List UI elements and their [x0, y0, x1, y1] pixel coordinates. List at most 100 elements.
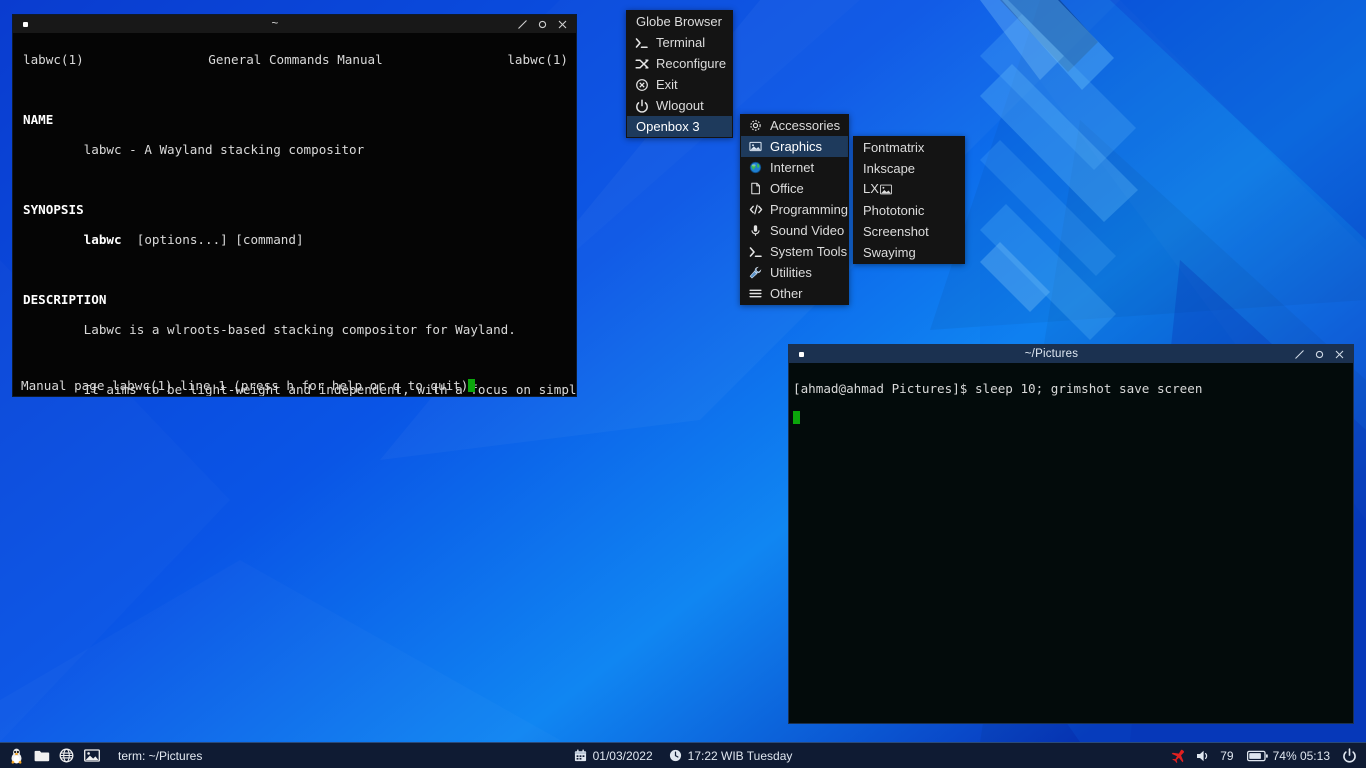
shuffle-icon — [634, 56, 649, 71]
speaker-icon[interactable] — [1196, 749, 1211, 763]
taskbar-time: 17:22 WIB Tuesday — [687, 748, 793, 763]
desktop: ~ labwc(1) General Commands Manual labwc(1… — [0, 0, 1366, 768]
tux-icon[interactable] — [8, 747, 25, 764]
window-menu-dot-icon[interactable] — [793, 351, 809, 357]
gear-icon — [748, 118, 763, 133]
globe-icon[interactable] — [58, 747, 75, 764]
menu-item-label: Exit — [656, 77, 678, 92]
close-icon[interactable] — [557, 19, 568, 30]
menu-item-system-tools[interactable]: System Tools — [741, 241, 848, 262]
task-button-terminal[interactable]: term: ~/Pictures — [118, 749, 202, 763]
microphone-icon — [748, 223, 763, 238]
man-page-window[interactable]: ~ labwc(1) General Commands Manual labwc(1… — [12, 14, 577, 397]
man-status-line: Manual page labwc(1) line 1 (press h for… — [21, 378, 476, 393]
menu-item-label: Other — [770, 286, 803, 301]
terminal-icon — [748, 244, 763, 259]
clock-widget[interactable]: 17:22 WIB Tuesday — [669, 748, 793, 763]
man-section-line: Labwc is a wlroots-based stacking compos… — [23, 322, 516, 337]
applications-menu[interactable]: Accessories Graphics Internet Office Pro… — [740, 114, 849, 305]
menu-item-label: Internet — [770, 160, 815, 175]
menu-item-terminal[interactable]: Terminal — [627, 32, 732, 53]
man-section-line: labwc - A Wayland stacking compositor — [23, 142, 365, 157]
menu-item-label: Wlogout — [656, 98, 704, 113]
image-icon — [748, 139, 763, 154]
menu-item-label: Reconfigure — [656, 56, 727, 71]
menu-item-utilities[interactable]: Utilities — [741, 262, 848, 283]
man-window-titlebar[interactable]: ~ — [13, 15, 576, 33]
man-header-right: labwc(1) — [507, 52, 568, 67]
date-widget[interactable]: 01/03/2022 — [574, 749, 653, 763]
image-viewer-icon[interactable] — [83, 747, 100, 764]
airplane-mode-icon[interactable] — [1171, 748, 1187, 764]
menu-item-graphics[interactable]: Graphics — [741, 136, 848, 157]
menu-item-swayimg[interactable]: Swayimg — [854, 242, 964, 263]
man-section-heading: SYNOPSIS — [23, 202, 84, 217]
menu-item-sound-video[interactable]: Sound Video — [741, 220, 848, 241]
man-section-heading: DESCRIPTION — [23, 292, 107, 307]
menu-item-accessories[interactable]: Accessories — [741, 115, 848, 136]
volume-value: 79 — [1220, 748, 1234, 763]
globe-icon — [748, 160, 763, 175]
hamburger-icon — [748, 286, 763, 301]
minimize-icon[interactable] — [1294, 349, 1305, 360]
menu-item-reconfigure[interactable]: Reconfigure — [627, 53, 732, 74]
maximize-icon[interactable] — [537, 19, 548, 30]
graphics-menu[interactable]: Fontmatrix Inkscape LX Phototonic Screen… — [853, 136, 965, 264]
menu-item-label: Graphics — [770, 139, 823, 154]
menu-item-label: Terminal — [656, 35, 706, 50]
taskbar[interactable]: term: ~/Pictures 01/03/2022 17:22 WIB Tu… — [0, 742, 1366, 768]
menu-item-label: Accessories — [770, 118, 841, 133]
menu-item-label: Swayimg — [863, 245, 916, 260]
terminal-icon — [634, 35, 649, 50]
window-menu-dot-icon[interactable] — [17, 21, 33, 27]
man-header-row: labwc(1) General Commands Manual labwc(1) — [23, 52, 568, 67]
menu-item-globe-browser[interactable]: Globe Browser — [627, 11, 732, 32]
menu-item-office[interactable]: Office — [741, 178, 848, 199]
menu-item-exit[interactable]: Exit — [627, 74, 732, 95]
menu-item-inkscape[interactable]: Inkscape — [854, 158, 964, 179]
calendar-icon — [574, 749, 587, 762]
menu-item-fontmatrix[interactable]: Fontmatrix — [854, 137, 964, 158]
menu-item-other[interactable]: Other — [741, 283, 848, 304]
menu-item-label: Screenshot — [863, 224, 929, 239]
code-icon — [748, 202, 763, 217]
menu-item-internet[interactable]: Internet — [741, 157, 848, 178]
menu-item-label: Inkscape — [863, 161, 916, 176]
menu-item-lximage[interactable]: LX — [854, 179, 964, 200]
terminal-content[interactable]: [ahmad@ahmad Pictures]$ sleep 10; grimsh… — [789, 363, 1353, 723]
power-icon[interactable] — [1342, 748, 1357, 763]
document-icon — [748, 181, 763, 196]
maximize-icon[interactable] — [1314, 349, 1325, 360]
man-page-content[interactable]: labwc(1) General Commands Manual labwc(1) … — [13, 33, 576, 396]
terminal-window[interactable]: ~/Pictures [ahmad@ahmad Pictures]$ sleep… — [788, 344, 1354, 724]
power-icon — [634, 98, 649, 113]
text-cursor — [468, 379, 476, 392]
menu-item-screenshot[interactable]: Screenshot — [854, 221, 964, 242]
menu-item-label: Phototonic — [863, 203, 925, 218]
menu-item-label: Globe Browser — [636, 14, 722, 29]
menu-item-programming[interactable]: Programming — [741, 199, 848, 220]
terminal-titlebar[interactable]: ~/Pictures — [789, 345, 1353, 363]
clock-icon — [669, 749, 682, 762]
menu-item-wlogout[interactable]: Wlogout — [627, 95, 732, 116]
menu-item-label: LX — [863, 178, 892, 201]
folder-icon[interactable] — [33, 747, 50, 764]
menu-item-openbox-3[interactable]: Openbox 3 — [627, 116, 732, 137]
missing-glyph-image-icon — [879, 180, 892, 201]
menu-item-label: Programming — [770, 202, 849, 217]
menu-item-phototonic[interactable]: Phototonic — [854, 200, 964, 221]
battery-icon[interactable] — [1246, 750, 1268, 762]
wrench-icon — [748, 265, 763, 280]
menu-item-label: Openbox 3 — [636, 119, 700, 134]
menu-item-label: Sound Video — [770, 223, 845, 238]
minimize-icon[interactable] — [517, 19, 528, 30]
menu-item-label: Fontmatrix — [863, 140, 925, 155]
close-icon[interactable] — [1334, 349, 1345, 360]
taskbar-date: 01/03/2022 — [592, 748, 653, 763]
root-menu[interactable]: Globe Browser Terminal Reconfigure Exit … — [626, 10, 733, 138]
battery-text: 74% 05:13 — [1272, 748, 1330, 763]
